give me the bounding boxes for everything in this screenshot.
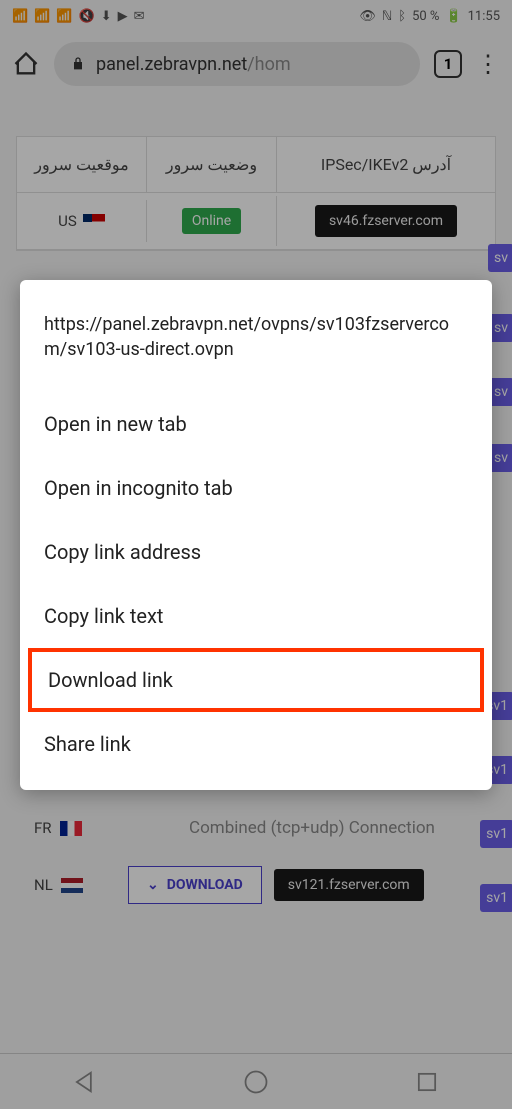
- context-menu: https://panel.zebravpn.net/ovpns/sv103fz…: [20, 280, 492, 790]
- menu-open-new-tab[interactable]: Open in new tab: [20, 392, 492, 456]
- menu-copy-address[interactable]: Copy link address: [20, 520, 492, 584]
- context-menu-url: https://panel.zebravpn.net/ovpns/sv103fz…: [20, 300, 492, 392]
- menu-copy-text[interactable]: Copy link text: [20, 584, 492, 648]
- menu-download-link[interactable]: Download link: [28, 648, 484, 712]
- menu-open-incognito[interactable]: Open in incognito tab: [20, 456, 492, 520]
- menu-share-link[interactable]: Share link: [20, 712, 492, 776]
